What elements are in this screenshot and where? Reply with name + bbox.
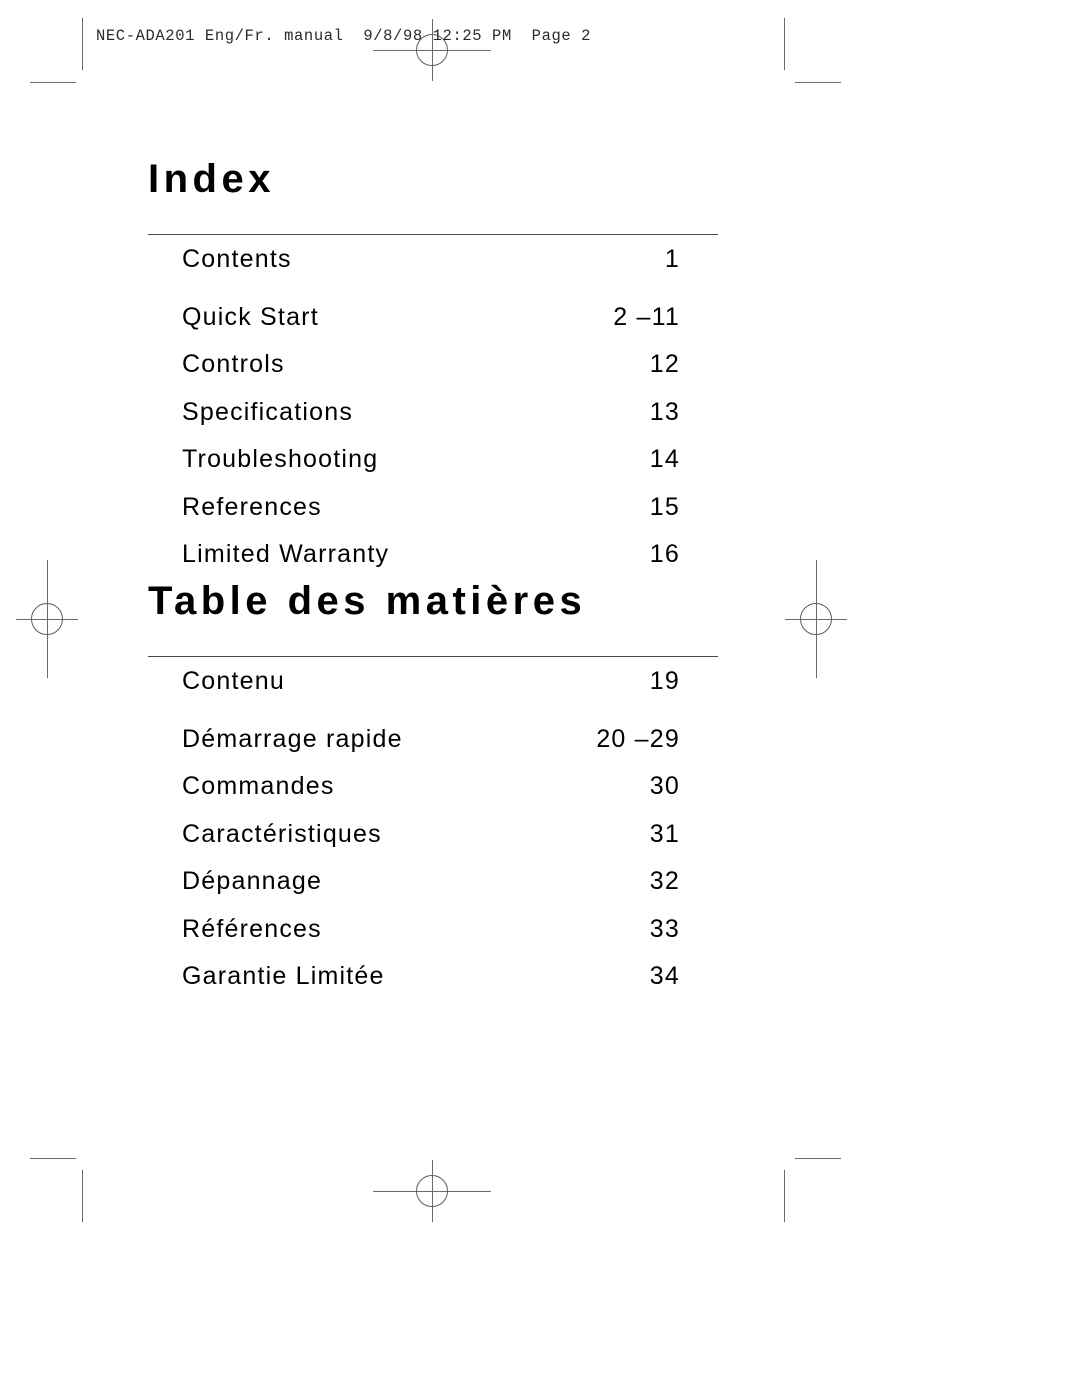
toc-entry-label: Garantie Limitée: [182, 962, 385, 991]
toc-entry-label: Quick Start: [182, 302, 319, 331]
toc-entry-label: Troubleshooting: [182, 445, 379, 474]
toc-entry-page: 30: [649, 772, 680, 801]
toc-entry-label: Contents: [182, 245, 292, 274]
toc-entry-page: 32: [649, 867, 680, 896]
toc-entry-label: Caractéristiques: [182, 819, 382, 848]
toc-entry-page: 19: [649, 667, 680, 696]
toc-row[interactable]: Quick Start 2 –11: [148, 303, 718, 351]
toc-row[interactable]: References 15: [148, 493, 718, 541]
toc-row[interactable]: Contenu 19: [148, 657, 718, 725]
crop-mark-top-right-vertical: [784, 18, 785, 70]
toc-row[interactable]: Garantie Limitée 34: [148, 962, 718, 1010]
toc-entry-label: Controls: [182, 350, 285, 379]
toc-entry-label: Références: [182, 914, 322, 943]
crop-mark-bottom-right-vertical: [784, 1170, 785, 1222]
toc-entry-page: 33: [649, 914, 680, 943]
toc-row[interactable]: Démarrage rapide 20 –29: [148, 725, 718, 773]
toc-row[interactable]: Controls 12: [148, 350, 718, 398]
toc-entry-page: 12: [649, 350, 680, 379]
toc-entry-label: Commandes: [182, 772, 335, 801]
toc-entry-page: 15: [649, 492, 680, 521]
toc-section-english: Index Contents 1 Quick Start 2 –11 Contr…: [148, 130, 718, 588]
toc-row[interactable]: Caractéristiques 31: [148, 820, 718, 868]
print-slug-line: NEC-ADA201 Eng/Fr. manual 9/8/98 12:25 P…: [96, 27, 592, 45]
toc-row[interactable]: Dépannage 32: [148, 867, 718, 915]
registration-mark-circle: [31, 603, 63, 635]
crop-mark-top-left-horizontal: [30, 82, 76, 83]
toc-entry-page: 34: [649, 962, 680, 991]
toc-row[interactable]: Troubleshooting 14: [148, 445, 718, 493]
toc-row[interactable]: Commandes 30: [148, 772, 718, 820]
registration-mark-circle: [800, 603, 832, 635]
registration-mark-circle: [416, 1175, 448, 1207]
page-title-table-des-matieres: Table des matières: [148, 578, 587, 623]
toc-entry-page: 13: [649, 397, 680, 426]
toc-entry-label: References: [182, 492, 322, 521]
toc-entry-page: 14: [649, 445, 680, 474]
crop-mark-top-left-vertical: [82, 18, 83, 70]
toc-entry-page: 2 –11: [613, 302, 680, 331]
toc-section-french: Table des matières Contenu 19 Démarrage …: [148, 552, 718, 1010]
toc-entry-label: Contenu: [182, 667, 285, 696]
toc-entry-label: Specifications: [182, 397, 354, 426]
toc-entry-page: 1: [664, 245, 680, 274]
document-page: { "header": { "slug": "NEC-ADA201 Eng/Fr…: [0, 0, 1080, 1397]
toc-entry-label: Dépannage: [182, 867, 323, 896]
toc-entry-label: Démarrage rapide: [182, 724, 403, 753]
crop-mark-top-right-horizontal: [795, 82, 841, 83]
crop-mark-bottom-right-horizontal: [795, 1158, 841, 1159]
toc-row[interactable]: Contents 1: [148, 235, 718, 303]
toc-list-french: Contenu 19 Démarrage rapide 20 –29 Comma…: [148, 657, 718, 1010]
toc-list-english: Contents 1 Quick Start 2 –11 Controls 12…: [148, 235, 718, 588]
page-title-index: Index: [148, 156, 275, 201]
toc-row[interactable]: Références 33: [148, 915, 718, 963]
toc-entry-page: 20 –29: [596, 724, 680, 753]
toc-entry-page: 31: [649, 819, 680, 848]
crop-mark-bottom-left-horizontal: [30, 1158, 76, 1159]
toc-row[interactable]: Specifications 13: [148, 398, 718, 446]
crop-mark-bottom-left-vertical: [82, 1170, 83, 1222]
